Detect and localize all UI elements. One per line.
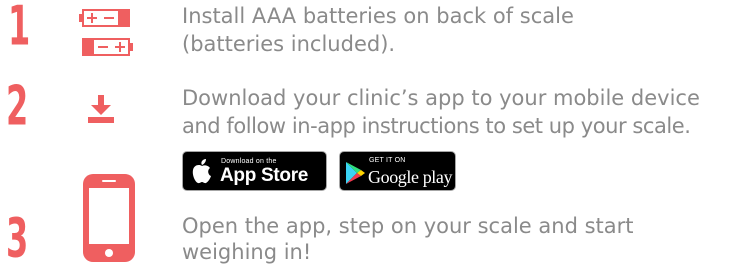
step-3-text-line1: Open the app, step on your scale and sta…: [182, 214, 634, 238]
step-1-text-line1: Install AAA batteries on back of scale: [182, 4, 574, 28]
step-2-text-line1: Download your clinic’s app to your mobil…: [182, 86, 700, 110]
play-triangle-icon: [346, 162, 365, 184]
google-play-big-label: Google play: [368, 167, 453, 187]
google-play-small-label: GET IT ON: [369, 157, 406, 164]
google-play-badge[interactable]: GET IT ON Google play: [339, 151, 456, 191]
step-1-text-line2: (batteries included).: [182, 32, 396, 56]
batteries-icon: [79, 9, 133, 56]
app-store-badge[interactable]: Download on the App Store: [182, 151, 327, 191]
app-store-big-label: App Store: [220, 165, 309, 186]
step-2-number: 2: [6, 76, 29, 139]
download-icon: [88, 95, 114, 123]
step-1-number: 1: [8, 0, 31, 59]
step-2-text-line2: and follow in-app instructions to set up…: [182, 114, 691, 138]
step-3-text-line2: weighing in!: [182, 240, 312, 264]
apple-icon: [192, 159, 211, 184]
step-3-number: 3: [6, 208, 29, 270]
mobile-phone-icon: [83, 174, 135, 262]
